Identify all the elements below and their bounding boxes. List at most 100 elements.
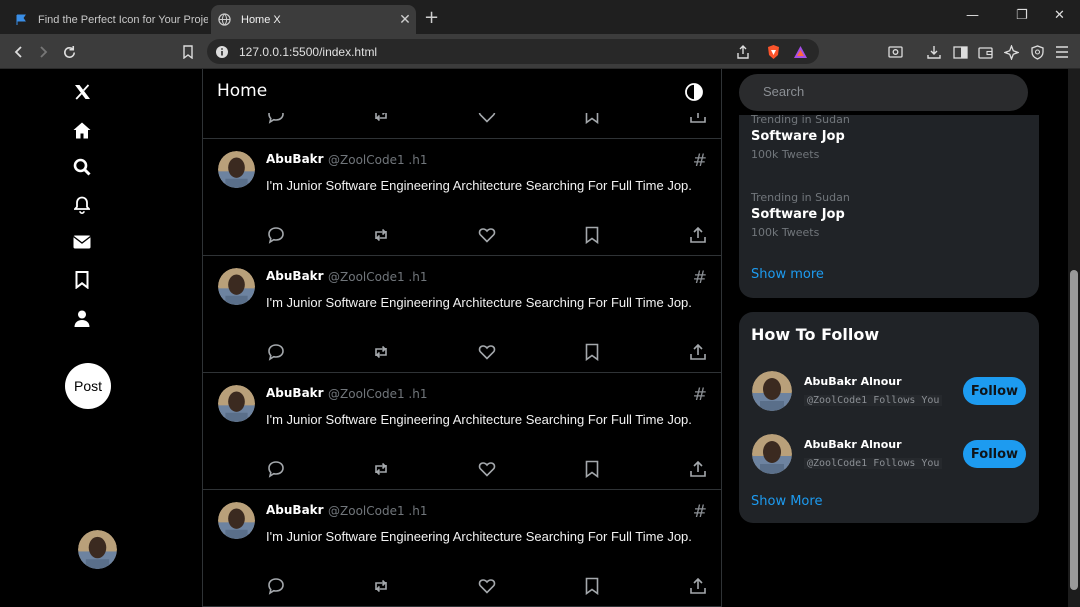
wallet-icon[interactable]: [975, 42, 995, 62]
show-more-trends-link[interactable]: Show more: [751, 267, 824, 282]
browser-tab[interactable]: Find the Perfect Icon for Your Project: [8, 5, 208, 34]
new-tab-icon[interactable]: +: [424, 7, 439, 28]
bookmark-tweet-icon[interactable]: [582, 576, 602, 596]
retweet-icon[interactable]: [371, 225, 391, 245]
x-logo-icon[interactable]: [71, 81, 93, 103]
bookmark-page-icon[interactable]: [178, 42, 198, 62]
reply-icon[interactable]: [266, 576, 286, 596]
tweet-author-name[interactable]: AbuBakr: [266, 269, 324, 283]
close-window-icon[interactable]: ✕: [1054, 8, 1065, 23]
share-tweet-icon[interactable]: [688, 342, 708, 362]
tweet[interactable]: AbuBakr @ZoolCode1 .h1 # I'm Junior Soft…: [203, 256, 721, 373]
browser-tab-bar: Find the Perfect Icon for Your Project H…: [0, 0, 1080, 34]
trends-card: Trending in Sudan Software Jop 100k Twee…: [739, 115, 1039, 298]
hashtag-icon[interactable]: #: [693, 385, 707, 405]
like-icon[interactable]: [477, 225, 497, 245]
bookmark-icon[interactable]: [71, 269, 93, 291]
trend-count: 100k Tweets: [751, 226, 820, 239]
close-tab-icon[interactable]: ✕: [394, 11, 416, 28]
bookmark-tweet-icon[interactable]: [582, 225, 602, 245]
tweet-avatar[interactable]: [218, 502, 255, 539]
retweet-icon[interactable]: [371, 576, 391, 596]
page-title: Home: [217, 81, 268, 101]
tweet-actions: [203, 342, 721, 362]
post-button[interactable]: Post: [65, 363, 111, 409]
envelope-icon[interactable]: [71, 231, 93, 253]
home-feed: Home AbuBakr @ZoolCode1 .h1 # I'm Junior…: [202, 69, 722, 607]
vpn-shield-icon[interactable]: [1027, 42, 1047, 62]
suggestion-name[interactable]: AbuBakr Alnour: [804, 438, 902, 451]
trend-item[interactable]: Trending in Sudan Software Jop 100k Twee…: [751, 115, 850, 161]
tweet-author-handle: @ZoolCode1 .h1: [328, 153, 428, 167]
bell-icon[interactable]: [71, 194, 93, 216]
brave-shield-icon[interactable]: [763, 42, 783, 62]
restore-icon[interactable]: ❐: [1016, 8, 1028, 23]
share-icon[interactable]: [733, 42, 753, 62]
page-scrollbar[interactable]: [1068, 69, 1080, 607]
sidebar-toggle-icon[interactable]: [950, 42, 970, 62]
follow-suggestion: AbuBakr Alnour @ZoolCode1 Follows You Fo…: [739, 371, 1039, 413]
search-input[interactable]: [763, 84, 1003, 99]
tweet-author-name[interactable]: AbuBakr: [266, 503, 324, 517]
home-icon[interactable]: [71, 119, 93, 141]
share-tweet-icon[interactable]: [688, 225, 708, 245]
tweet[interactable]: AbuBakr @ZoolCode1 .h1 # I'm Junior Soft…: [203, 490, 721, 607]
tweet-avatar[interactable]: [218, 385, 255, 422]
reply-icon[interactable]: [266, 459, 286, 479]
tweet-actions-partial: [203, 106, 721, 139]
url-text: 127.0.0.1:5500/index.html: [239, 44, 378, 59]
scrollbar-thumb[interactable]: [1070, 270, 1078, 590]
search-bar[interactable]: [739, 74, 1028, 111]
globe-icon: [217, 13, 231, 27]
suggestion-handle: @ZoolCode1 Follows You: [804, 458, 943, 469]
like-icon[interactable]: [477, 342, 497, 362]
like-icon[interactable]: [477, 459, 497, 479]
forward-icon[interactable]: [33, 42, 53, 62]
retweet-icon[interactable]: [371, 459, 391, 479]
tweet[interactable]: AbuBakr @ZoolCode1 .h1 # I'm Junior Soft…: [203, 373, 721, 490]
suggestion-avatar[interactable]: [752, 434, 792, 474]
suggestion-avatar[interactable]: [752, 371, 792, 411]
menu-icon[interactable]: [1052, 42, 1072, 62]
retweet-icon[interactable]: [371, 342, 391, 362]
back-icon[interactable]: [9, 42, 29, 62]
tweet-avatar[interactable]: [218, 151, 255, 188]
profile-avatar[interactable]: [78, 530, 117, 569]
minimize-icon[interactable]: —: [966, 8, 979, 23]
tab-title: Home X: [241, 13, 281, 26]
tweet-avatar[interactable]: [218, 268, 255, 305]
search-icon[interactable]: [71, 156, 93, 178]
address-bar[interactable]: 127.0.0.1:5500/index.html: [207, 39, 819, 64]
suggestion-name[interactable]: AbuBakr Alnour: [804, 375, 902, 388]
user-icon[interactable]: [71, 307, 93, 329]
like-icon[interactable]: [477, 576, 497, 596]
download-icon[interactable]: [924, 42, 944, 62]
reload-icon[interactable]: [59, 42, 79, 62]
hashtag-icon[interactable]: #: [693, 151, 707, 171]
follow-button[interactable]: Follow: [963, 377, 1026, 405]
theme-toggle-icon[interactable]: [685, 83, 703, 101]
screenshot-icon[interactable]: [885, 42, 905, 62]
reply-icon[interactable]: [266, 225, 286, 245]
trend-item[interactable]: Trending in Sudan Software Jop 100k Twee…: [751, 191, 850, 239]
hashtag-icon[interactable]: #: [693, 502, 707, 522]
tweet-author-name[interactable]: AbuBakr: [266, 386, 324, 400]
reply-icon[interactable]: [266, 342, 286, 362]
tweet-author-name[interactable]: AbuBakr: [266, 152, 324, 166]
follow-button[interactable]: Follow: [963, 440, 1026, 468]
share-tweet-icon[interactable]: [688, 459, 708, 479]
browser-tab-active[interactable]: Home X ✕: [211, 5, 416, 34]
show-more-follow-link[interactable]: Show More: [751, 494, 822, 509]
bookmark-tweet-icon[interactable]: [582, 342, 602, 362]
tweet[interactable]: AbuBakr @ZoolCode1 .h1 # I'm Junior Soft…: [203, 139, 721, 256]
site-info-icon[interactable]: [215, 45, 229, 59]
tweet-actions: [203, 225, 721, 245]
brave-rewards-icon[interactable]: [790, 42, 810, 62]
tweet-text: I'm Junior Software Engineering Architec…: [266, 295, 692, 310]
share-tweet-icon[interactable]: [688, 576, 708, 596]
hashtag-icon[interactable]: #: [693, 268, 707, 288]
follow-card-title: How To Follow: [751, 325, 880, 344]
trend-count: 100k Tweets: [751, 148, 820, 161]
bookmark-tweet-icon[interactable]: [582, 459, 602, 479]
leo-ai-icon[interactable]: [1001, 42, 1021, 62]
